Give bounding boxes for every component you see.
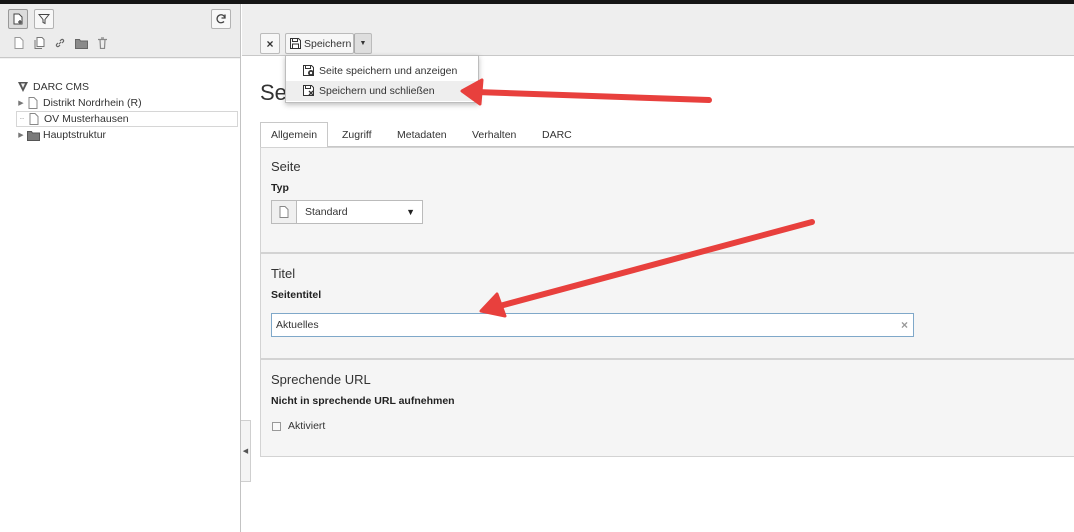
save-menu-toggle[interactable]: ▼: [354, 33, 372, 54]
tab-darc[interactable]: DARC: [532, 122, 582, 147]
save-button-label: Speichern: [304, 37, 352, 50]
menu-item-save-and-view[interactable]: Seite speichern und anzeigen: [286, 61, 478, 81]
menu-item-label: Seite speichern und anzeigen: [319, 65, 458, 77]
menu-item-label: Speichern und schließen: [319, 85, 435, 97]
filter-icon: [38, 14, 50, 25]
folder-icon: [74, 38, 88, 49]
section-seite: Seite Typ Standard ▼: [260, 147, 1074, 253]
page-icon: [14, 37, 24, 49]
new-page-toggle-button[interactable]: [8, 9, 28, 29]
page-tree: DARC CMS ▶ Distrikt Nordrhein (R) ┄ OV M…: [0, 59, 240, 532]
tree-item-label: OV Musterhausen: [44, 113, 129, 125]
section-title: Sprechende URL: [271, 372, 371, 387]
new-page-icon: [13, 13, 23, 25]
tree-item-ov-musterhausen[interactable]: ┄ OV Musterhausen: [16, 111, 238, 127]
page-icon: [27, 112, 41, 126]
page-tree-panel: DARC CMS ▶ Distrikt Nordrhein (R) ┄ OV M…: [0, 4, 241, 532]
page-tool[interactable]: [12, 36, 26, 50]
menu-item-save-and-close[interactable]: Speichern und schließen: [286, 81, 478, 101]
chevron-down-icon: ▼: [406, 207, 415, 217]
section-title: Seite: [271, 159, 301, 174]
page-type-icon: [271, 200, 297, 224]
page-copy-icon: [34, 37, 45, 49]
caret-down-icon: ▼: [359, 40, 367, 47]
collapse-tree-handle[interactable]: ◀: [241, 420, 251, 482]
section-sprechende-url: Sprechende URL Nicht in sprechende URL a…: [260, 359, 1074, 457]
tree-item-label: Distrikt Nordrhein (R): [43, 97, 142, 109]
doc-header: × Speichern ▼: [242, 4, 1074, 56]
darc-logo-icon: [16, 80, 30, 94]
save-view-icon: [302, 65, 315, 78]
tab-verhalten[interactable]: Verhalten: [462, 122, 526, 147]
tab-metadaten[interactable]: Metadaten: [387, 122, 457, 147]
tree-item-label: Hauptstruktur: [43, 129, 107, 141]
exclude-url-label: Nicht in sprechende URL aufnehmen: [271, 395, 455, 407]
tree-root-label: DARC CMS: [33, 81, 90, 93]
save-button[interactable]: Speichern: [285, 33, 354, 54]
expand-icon[interactable]: ▶: [16, 99, 26, 107]
tab-allgemein[interactable]: Allgemein: [260, 122, 329, 148]
link-icon: [55, 38, 65, 48]
recycler-tool[interactable]: [95, 36, 109, 50]
refresh-button[interactable]: [211, 9, 231, 29]
refresh-icon: [216, 14, 226, 24]
page-title-input[interactable]: Aktuelles ×: [271, 313, 914, 337]
page-icon: [26, 96, 40, 110]
page-title-label: Seitentitel: [271, 289, 322, 301]
type-label: Typ: [271, 182, 289, 194]
clear-icon[interactable]: ×: [901, 318, 908, 332]
trash-icon: [97, 37, 107, 49]
checkbox-label: Aktiviert: [288, 420, 326, 432]
tree-root[interactable]: DARC CMS: [16, 79, 89, 95]
section-title: Titel: [271, 266, 296, 281]
save-dropdown-menu: Seite speichern und anzeigen Speichern u…: [285, 55, 479, 103]
link-tool[interactable]: [53, 36, 67, 50]
save-close-icon: [302, 85, 315, 98]
tree-line: ┄: [19, 116, 25, 123]
page-tree-toolbar: [0, 4, 240, 58]
tab-zugriff[interactable]: Zugriff: [332, 122, 382, 147]
tree-item-distrikt[interactable]: ▶ Distrikt Nordrhein (R): [16, 95, 142, 111]
page-type-select[interactable]: Standard ▼: [296, 200, 423, 224]
page-title-value: Aktuelles: [276, 319, 319, 331]
close-button[interactable]: ×: [260, 33, 280, 54]
tree-item-hauptstruktur[interactable]: ▶ Hauptstruktur: [16, 127, 106, 143]
folder-tool[interactable]: [74, 36, 88, 50]
page-copy-tool[interactable]: [33, 36, 47, 50]
page-type-value: Standard: [305, 206, 348, 218]
section-titel: Titel Seitentitel Aktuelles ×: [260, 253, 1074, 359]
expand-icon[interactable]: ▶: [16, 131, 26, 139]
folder-icon: [26, 128, 40, 142]
filter-button[interactable]: [34, 9, 54, 29]
save-icon: [290, 38, 301, 49]
annotation-arrow: [460, 78, 712, 106]
tab-bar: Allgemein Zugriff Metadaten Verhalten DA…: [260, 122, 1074, 148]
exclude-url-checkbox[interactable]: [272, 422, 281, 431]
